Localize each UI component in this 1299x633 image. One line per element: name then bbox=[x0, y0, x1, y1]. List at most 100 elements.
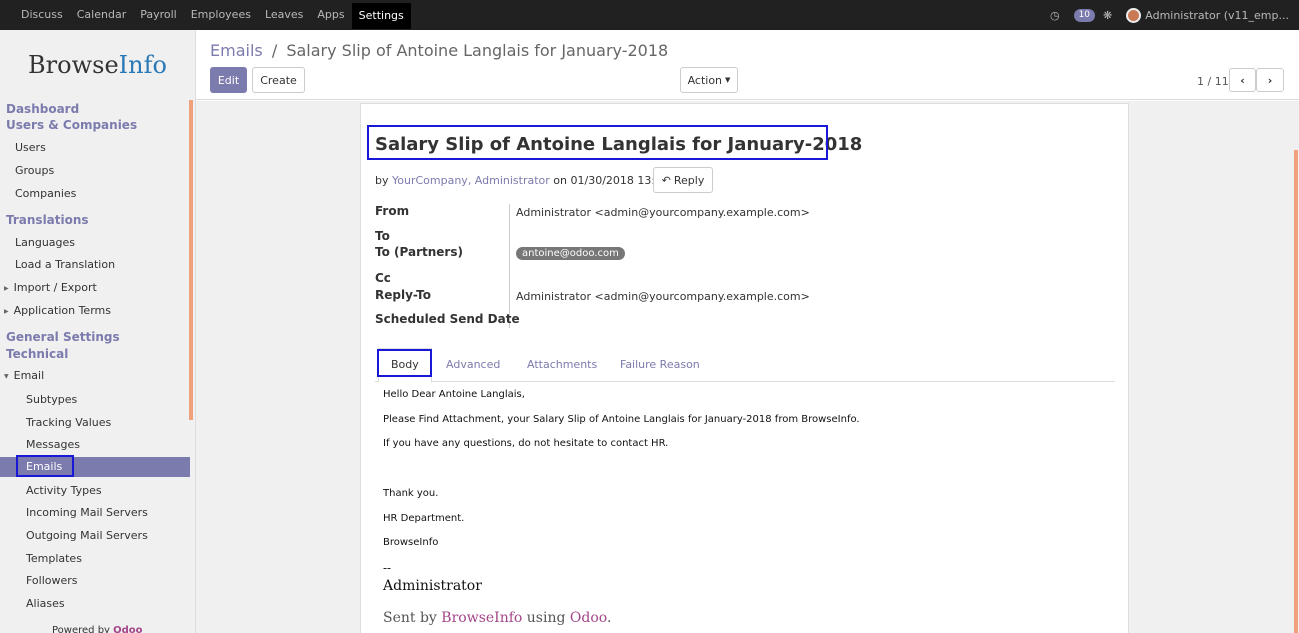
clock-icon[interactable]: ◷ bbox=[1050, 9, 1060, 22]
sidebar-item-followers[interactable]: Followers bbox=[26, 574, 195, 587]
sidebar-item-tracking-values[interactable]: Tracking Values bbox=[26, 416, 195, 429]
sidebar-item-label: Followers bbox=[26, 574, 78, 587]
caret-down-icon: ▼ bbox=[725, 76, 731, 84]
action-dropdown[interactable]: Action ▼ bbox=[680, 67, 738, 93]
scrollbar-right[interactable] bbox=[1294, 150, 1298, 633]
sent-odoo-link[interactable]: Odoo bbox=[570, 610, 607, 626]
menu-employees[interactable]: Employees bbox=[184, 0, 258, 30]
breadcrumb: Emails / Salary Slip of Antoine Langlais… bbox=[210, 41, 668, 60]
body-line: BrowseInfo bbox=[383, 537, 439, 548]
body-line: Thank you. bbox=[383, 488, 439, 499]
sidebar-item-activity-types[interactable]: Activity Types bbox=[26, 484, 195, 497]
sidebar-item-outgoing-mail-servers[interactable]: Outgoing Mail Servers bbox=[26, 529, 195, 542]
body-line: Hello Dear Antoine Langlais, bbox=[383, 389, 525, 400]
sidebar-item-messages[interactable]: Messages bbox=[26, 438, 195, 451]
powered-by: Powered by Odoo bbox=[52, 625, 143, 633]
sidebar-item-aliases[interactable]: Aliases bbox=[26, 597, 195, 610]
sidebar-item-label: Email bbox=[13, 369, 45, 382]
reply-button[interactable]: ↶ Reply bbox=[653, 167, 713, 193]
sidebar-item-technical[interactable]: Technical bbox=[6, 347, 195, 361]
control-panel: Emails / Salary Slip of Antoine Langlais… bbox=[196, 30, 1299, 100]
sidebar-item-load-a-translation[interactable]: Load a Translation bbox=[15, 258, 195, 271]
sidebar-item-label: Outgoing Mail Servers bbox=[26, 529, 148, 542]
messages-icon[interactable]: 10 bbox=[1068, 8, 1096, 22]
powered-brand[interactable]: Odoo bbox=[113, 625, 142, 633]
avatar[interactable] bbox=[1126, 7, 1142, 23]
sent-by-line: Sent by BrowseInfo using Odoo. bbox=[383, 610, 611, 626]
sidebar-item-users-companies[interactable]: Users & Companies bbox=[6, 118, 195, 132]
tab-attachments[interactable]: Attachments bbox=[527, 358, 597, 371]
notebook-tabs: Body Advanced Attachments Failure Reason bbox=[375, 348, 1115, 383]
menu-apps[interactable]: Apps bbox=[310, 0, 351, 30]
sidebar-item-label: Activity Types bbox=[26, 484, 102, 497]
sidebar-item-users[interactable]: Users bbox=[15, 141, 195, 154]
sidebar-item-email[interactable]: ▼ Email bbox=[4, 369, 194, 382]
scrollbar[interactable] bbox=[189, 100, 193, 420]
sidebar-item-import-export[interactable]: ▶ Import / Export bbox=[4, 281, 194, 294]
sidebar-item-label: Users & Companies bbox=[6, 118, 138, 132]
caret-right-icon: ▶ bbox=[4, 307, 9, 315]
chevron-left-icon: ‹ bbox=[1240, 73, 1245, 87]
caret-right-icon: ▶ bbox=[4, 284, 9, 292]
reply-to-value: Administrator <admin@yourcompany.example… bbox=[516, 290, 810, 303]
sent-company-link[interactable]: BrowseInfo bbox=[441, 610, 522, 626]
sidebar-item-general-settings[interactable]: General Settings bbox=[6, 330, 195, 344]
messages-badge: 10 bbox=[1073, 8, 1096, 22]
sidebar-item-subtypes[interactable]: Subtypes bbox=[26, 393, 195, 406]
highlight-box bbox=[16, 455, 74, 477]
sidebar-item-languages[interactable]: Languages bbox=[15, 236, 195, 249]
sent-text: Sent by bbox=[383, 610, 442, 626]
sidebar-item-companies[interactable]: Companies bbox=[15, 187, 195, 200]
sidebar-item-translations[interactable]: Translations bbox=[6, 213, 195, 227]
create-button[interactable]: Create bbox=[252, 67, 305, 93]
user-menu[interactable]: Administrator (v11_emp... bbox=[1145, 9, 1289, 22]
pager-next-button[interactable]: › bbox=[1256, 68, 1284, 92]
tab-advanced[interactable]: Advanced bbox=[446, 358, 500, 371]
sidebar-item-label: Templates bbox=[26, 552, 82, 565]
pager-value[interactable]: 1 / 11 bbox=[1197, 75, 1229, 88]
logo-text: Browse bbox=[28, 51, 119, 79]
field-separator bbox=[509, 204, 510, 328]
partner-tag[interactable]: antoine@odoo.com bbox=[516, 247, 625, 260]
sidebar-item-label: Languages bbox=[15, 236, 76, 249]
sidebar-item-label: Technical bbox=[6, 347, 69, 361]
tab-failure-reason[interactable]: Failure Reason bbox=[620, 358, 700, 371]
sidebar-item-dashboard[interactable]: Dashboard bbox=[6, 102, 195, 116]
sidebar-item-label: Translations bbox=[6, 213, 89, 227]
caret-down-icon: ▼ bbox=[4, 372, 9, 380]
company-logo[interactable]: Browse Info bbox=[0, 30, 195, 100]
edit-button[interactable]: Edit bbox=[210, 67, 247, 93]
byline-prefix: by bbox=[375, 174, 392, 187]
from-value: Administrator <admin@yourcompany.example… bbox=[516, 206, 810, 219]
sent-text: using bbox=[522, 610, 570, 626]
author-link[interactable]: YourCompany, Administrator bbox=[392, 174, 550, 187]
mail-byline: by YourCompany, Administrator on 01/30/2… bbox=[375, 174, 687, 187]
sidebar-item-templates[interactable]: Templates bbox=[26, 552, 195, 565]
menu-payroll[interactable]: Payroll bbox=[133, 0, 184, 30]
sidebar-item-groups[interactable]: Groups bbox=[15, 164, 195, 177]
sidebar-item-label: Subtypes bbox=[26, 393, 78, 406]
sidebar-item-label: Import / Export bbox=[13, 281, 97, 294]
action-label: Action bbox=[687, 73, 723, 87]
body-line: Please Find Attachment, your Salary Slip… bbox=[383, 414, 860, 425]
sidebar-item-label: Groups bbox=[15, 164, 55, 177]
sent-text: . bbox=[606, 610, 612, 626]
sidebar-item-label: General Settings bbox=[6, 330, 120, 344]
from-label: From bbox=[375, 204, 410, 218]
top-navbar: Discuss Calendar Payroll Employees Leave… bbox=[0, 0, 1299, 30]
reply-label: Reply bbox=[673, 173, 705, 187]
sidebar-item-label: Load a Translation bbox=[15, 258, 116, 271]
breadcrumb-current: Salary Slip of Antoine Langlais for Janu… bbox=[286, 41, 669, 60]
menu-settings[interactable]: Settings bbox=[351, 3, 411, 29]
sidebar-item-label: Incoming Mail Servers bbox=[26, 506, 148, 519]
bug-icon[interactable]: ❋ bbox=[1103, 9, 1112, 22]
powered-text: Powered by bbox=[52, 625, 114, 633]
breadcrumb-emails[interactable]: Emails bbox=[210, 41, 263, 60]
sidebar-item-application-terms[interactable]: ▶ Application Terms bbox=[4, 304, 194, 317]
menu-discuss[interactable]: Discuss bbox=[14, 0, 70, 30]
menu-calendar[interactable]: Calendar bbox=[70, 0, 133, 30]
menu-leaves[interactable]: Leaves bbox=[258, 0, 310, 30]
sidebar-item-label: Messages bbox=[26, 438, 80, 451]
pager-previous-button[interactable]: ‹ bbox=[1229, 68, 1256, 92]
sidebar-item-incoming-mail-servers[interactable]: Incoming Mail Servers bbox=[26, 506, 195, 519]
